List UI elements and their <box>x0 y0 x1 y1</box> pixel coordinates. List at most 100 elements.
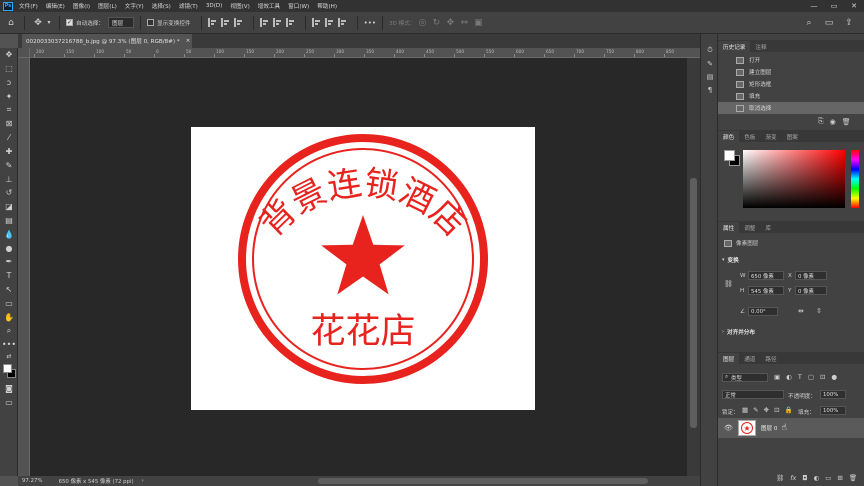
align-vcenter-icon[interactable] <box>272 18 283 27</box>
notes-panel-icon[interactable]: ✎ <box>701 57 719 70</box>
menu-window[interactable]: 窗口(W) <box>288 2 309 10</box>
menu-layer[interactable]: 图层(L) <box>98 2 117 10</box>
width-field[interactable]: 650 像素 <box>748 271 784 280</box>
trash-icon[interactable]: 🗑 <box>842 118 851 126</box>
layer-name[interactable]: 图层 0 <box>761 424 778 432</box>
eyedropper-icon[interactable]: ⁄ <box>0 131 18 145</box>
y-field[interactable]: 0 像素 <box>795 286 827 295</box>
menu-select[interactable]: 选择(S) <box>152 2 171 10</box>
eraser-icon[interactable]: ◪ <box>0 200 18 214</box>
close-tab-icon[interactable]: × <box>186 38 191 44</box>
move-tool-icon[interactable]: ✥ <box>31 18 45 28</box>
zoom-tool-icon[interactable]: ⌕ <box>0 324 18 338</box>
path-selection-icon[interactable]: ↖ <box>0 283 18 297</box>
chevron-down-icon[interactable]: ▾ <box>45 19 53 26</box>
tab-properties[interactable]: 属性 <box>718 222 740 233</box>
tab-layers[interactable]: 图层 <box>718 353 740 364</box>
new-group-icon[interactable]: ▭ <box>825 474 831 482</box>
lock-pixels-icon[interactable]: ✎ <box>753 406 758 414</box>
snapshot-camera-icon[interactable]: ◉ <box>830 118 836 126</box>
height-field[interactable]: 545 像素 <box>748 286 784 295</box>
fx-icon[interactable]: fx <box>790 474 796 482</box>
tab-libraries[interactable]: 库 <box>760 222 776 233</box>
color-picker-field[interactable] <box>743 150 845 208</box>
magic-wand-icon[interactable]: ✦ <box>0 89 18 103</box>
tab-history[interactable]: 历史记录 <box>718 41 751 52</box>
flip-vertical-icon[interactable]: ⇳ <box>816 307 822 315</box>
lock-transparency-icon[interactable]: ▦ <box>742 406 748 414</box>
paragraph-panel-icon[interactable]: ¶ <box>701 83 719 96</box>
trash-icon[interactable]: 🗑 <box>849 474 857 482</box>
tab-patterns[interactable]: 图案 <box>782 131 803 142</box>
rectangle-tool-icon[interactable]: ▭ <box>0 296 18 310</box>
new-document-from-state-icon[interactable]: ⎘ <box>818 117 824 126</box>
healing-brush-icon[interactable]: ✚ <box>0 145 18 159</box>
menu-help[interactable]: 帮助(H) <box>317 2 337 10</box>
tab-swatches[interactable]: 色板 <box>739 131 760 142</box>
history-item[interactable]: 矩形选框 <box>718 78 864 90</box>
foreground-swatch[interactable] <box>3 363 12 373</box>
filter-toggle-icon[interactable]: ● <box>831 373 837 381</box>
show-transform-checkbox[interactable] <box>146 19 154 26</box>
hand-tool-icon[interactable]: ✋ <box>0 310 18 324</box>
lasso-tool-icon[interactable]: ↄ <box>0 76 18 90</box>
maximize-button[interactable]: ▭ <box>824 0 844 12</box>
tab-gradients[interactable]: 渐变 <box>760 131 781 142</box>
menu-edit[interactable]: 编辑(E) <box>46 2 65 10</box>
clone-stamp-icon[interactable]: ⊥ <box>0 172 18 186</box>
adjustment-layer-icon[interactable]: ◐ <box>814 474 820 482</box>
marquee-tool-icon[interactable]: ⬚ <box>0 62 18 76</box>
brush-tool-icon[interactable]: ✎ <box>0 158 18 172</box>
filter-smart-object-icon[interactable]: ⊡ <box>820 373 825 381</box>
history-item-selected[interactable]: 取消选择 <box>718 102 864 114</box>
hue-slider[interactable] <box>851 150 859 208</box>
tab-adjustments[interactable]: 调整 <box>739 222 760 233</box>
distribute-center-icon[interactable] <box>324 18 335 27</box>
document-tab[interactable]: 0020033037216788_b.jpg @ 97.3% (图层 0, RG… <box>22 34 192 48</box>
layer-row[interactable]: 👁 图层 0 ☝ <box>718 418 864 438</box>
x-field[interactable]: 0 像素 <box>795 271 827 280</box>
filter-pixel-icon[interactable]: ▣ <box>774 373 780 381</box>
blur-tool-icon[interactable]: 💧 <box>0 227 18 241</box>
pen-tool-icon[interactable]: ✒ <box>0 255 18 269</box>
tab-notes[interactable]: 注释 <box>750 41 771 52</box>
angle-field[interactable]: 0.00° <box>748 307 778 316</box>
add-mask-icon[interactable]: ◘ <box>802 474 807 482</box>
zoom-level[interactable]: 97.27% <box>22 478 43 484</box>
lock-position-icon[interactable]: ✥ <box>764 406 769 414</box>
eye-icon[interactable]: 👁 <box>724 424 733 432</box>
status-arrow-icon[interactable]: › <box>142 478 144 484</box>
align-bottom-icon[interactable] <box>285 18 296 27</box>
distribute-right-icon[interactable] <box>337 18 348 27</box>
menu-plugins[interactable]: 增效工具 <box>258 2 280 10</box>
tab-paths[interactable]: 路径 <box>760 353 781 364</box>
more-tools-icon[interactable]: ••• <box>0 338 18 352</box>
align-section-header[interactable]: › 对齐并分布 <box>722 328 755 336</box>
share-icon[interactable]: ⇪ <box>842 18 856 28</box>
workspace-icon[interactable]: ▭ <box>822 18 836 28</box>
blend-mode-dropdown[interactable]: 正常 <box>722 390 784 399</box>
history-item[interactable]: 打开 <box>718 54 864 66</box>
quick-mask-icon[interactable]: ◙ <box>0 382 18 396</box>
auto-select-target-dropdown[interactable]: 图层 <box>107 17 134 28</box>
align-hcenter-icon[interactable] <box>220 18 231 27</box>
opacity-field[interactable]: 100% <box>820 390 846 399</box>
dodge-tool-icon[interactable]: ● <box>0 241 18 255</box>
menu-file[interactable]: 文件(F) <box>19 2 38 10</box>
gradient-tool-icon[interactable]: ▤ <box>0 214 18 228</box>
menu-view[interactable]: 视图(V) <box>230 2 249 10</box>
horizontal-scrollbar[interactable] <box>318 478 648 484</box>
search-icon[interactable]: ⌕ <box>802 18 816 28</box>
align-right-icon[interactable] <box>233 18 244 27</box>
move-tool-icon[interactable]: ✥ <box>0 48 18 62</box>
history-item[interactable]: 建立图层 <box>718 66 864 78</box>
auto-select-checkbox[interactable]: ✓ <box>66 19 73 26</box>
screen-mode-icon[interactable]: ▭ <box>0 395 18 409</box>
align-left-icon[interactable] <box>207 18 218 27</box>
flip-horizontal-icon[interactable]: ⇹ <box>798 307 804 315</box>
color-swatches[interactable] <box>0 362 18 382</box>
new-layer-icon[interactable]: ⊞ <box>837 474 842 482</box>
menu-filter[interactable]: 滤镜(T) <box>179 2 198 10</box>
color-foreground-swatch[interactable] <box>724 150 735 161</box>
menu-3d[interactable]: 3D(D) <box>206 3 223 9</box>
